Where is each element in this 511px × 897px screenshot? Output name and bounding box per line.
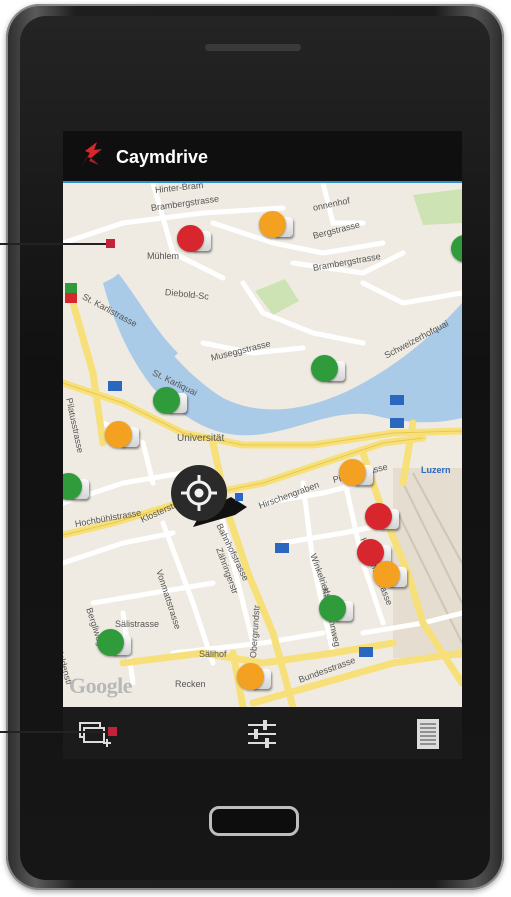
parking-marker-occupied[interactable] <box>365 501 401 537</box>
add-layer-icon[interactable] <box>77 717 111 751</box>
parking-marker-available[interactable] <box>311 353 347 389</box>
parking-marker-available[interactable] <box>97 627 133 663</box>
street-label: Universität <box>177 433 225 444</box>
street-label: Sälihof <box>199 649 227 659</box>
caymdrive-logo-icon[interactable] <box>77 139 105 176</box>
app-screen: Caymdrive Hinter-Bram Brambergstrasse Mü… <box>63 131 462 759</box>
bottom-toolbar <box>63 707 462 759</box>
parking-marker-partial[interactable] <box>259 209 295 245</box>
home-button[interactable] <box>209 806 299 836</box>
parking-marker-partial[interactable] <box>373 559 409 595</box>
parking-marker-available[interactable] <box>451 233 462 269</box>
street-label: Recken <box>175 679 206 689</box>
parking-marker-available[interactable] <box>63 471 91 507</box>
current-location-icon[interactable] <box>171 463 253 543</box>
map-view[interactable]: Hinter-Bram Brambergstrasse Mühlem onnen… <box>63 183 462 707</box>
callout-marker <box>106 239 115 248</box>
parking-marker-partial[interactable] <box>237 661 273 697</box>
sliders-icon[interactable] <box>245 717 279 751</box>
list-icon[interactable] <box>415 717 449 751</box>
parking-marker-occupied[interactable] <box>177 223 213 259</box>
action-bar: Caymdrive <box>63 131 462 183</box>
google-attribution: Google <box>69 673 133 698</box>
parking-marker-available[interactable] <box>319 593 355 629</box>
street-label: Luzern <box>421 465 451 475</box>
callout-marker <box>108 727 117 736</box>
earpiece-speaker <box>205 44 301 51</box>
parking-marker-available[interactable] <box>153 385 189 421</box>
parking-marker-partial[interactable] <box>105 419 141 455</box>
street-label: Mühlem <box>147 251 180 261</box>
callout-line <box>0 731 112 733</box>
callout-line <box>0 243 110 245</box>
parking-marker-partial[interactable] <box>339 457 375 493</box>
app-title: Caymdrive <box>116 147 209 167</box>
